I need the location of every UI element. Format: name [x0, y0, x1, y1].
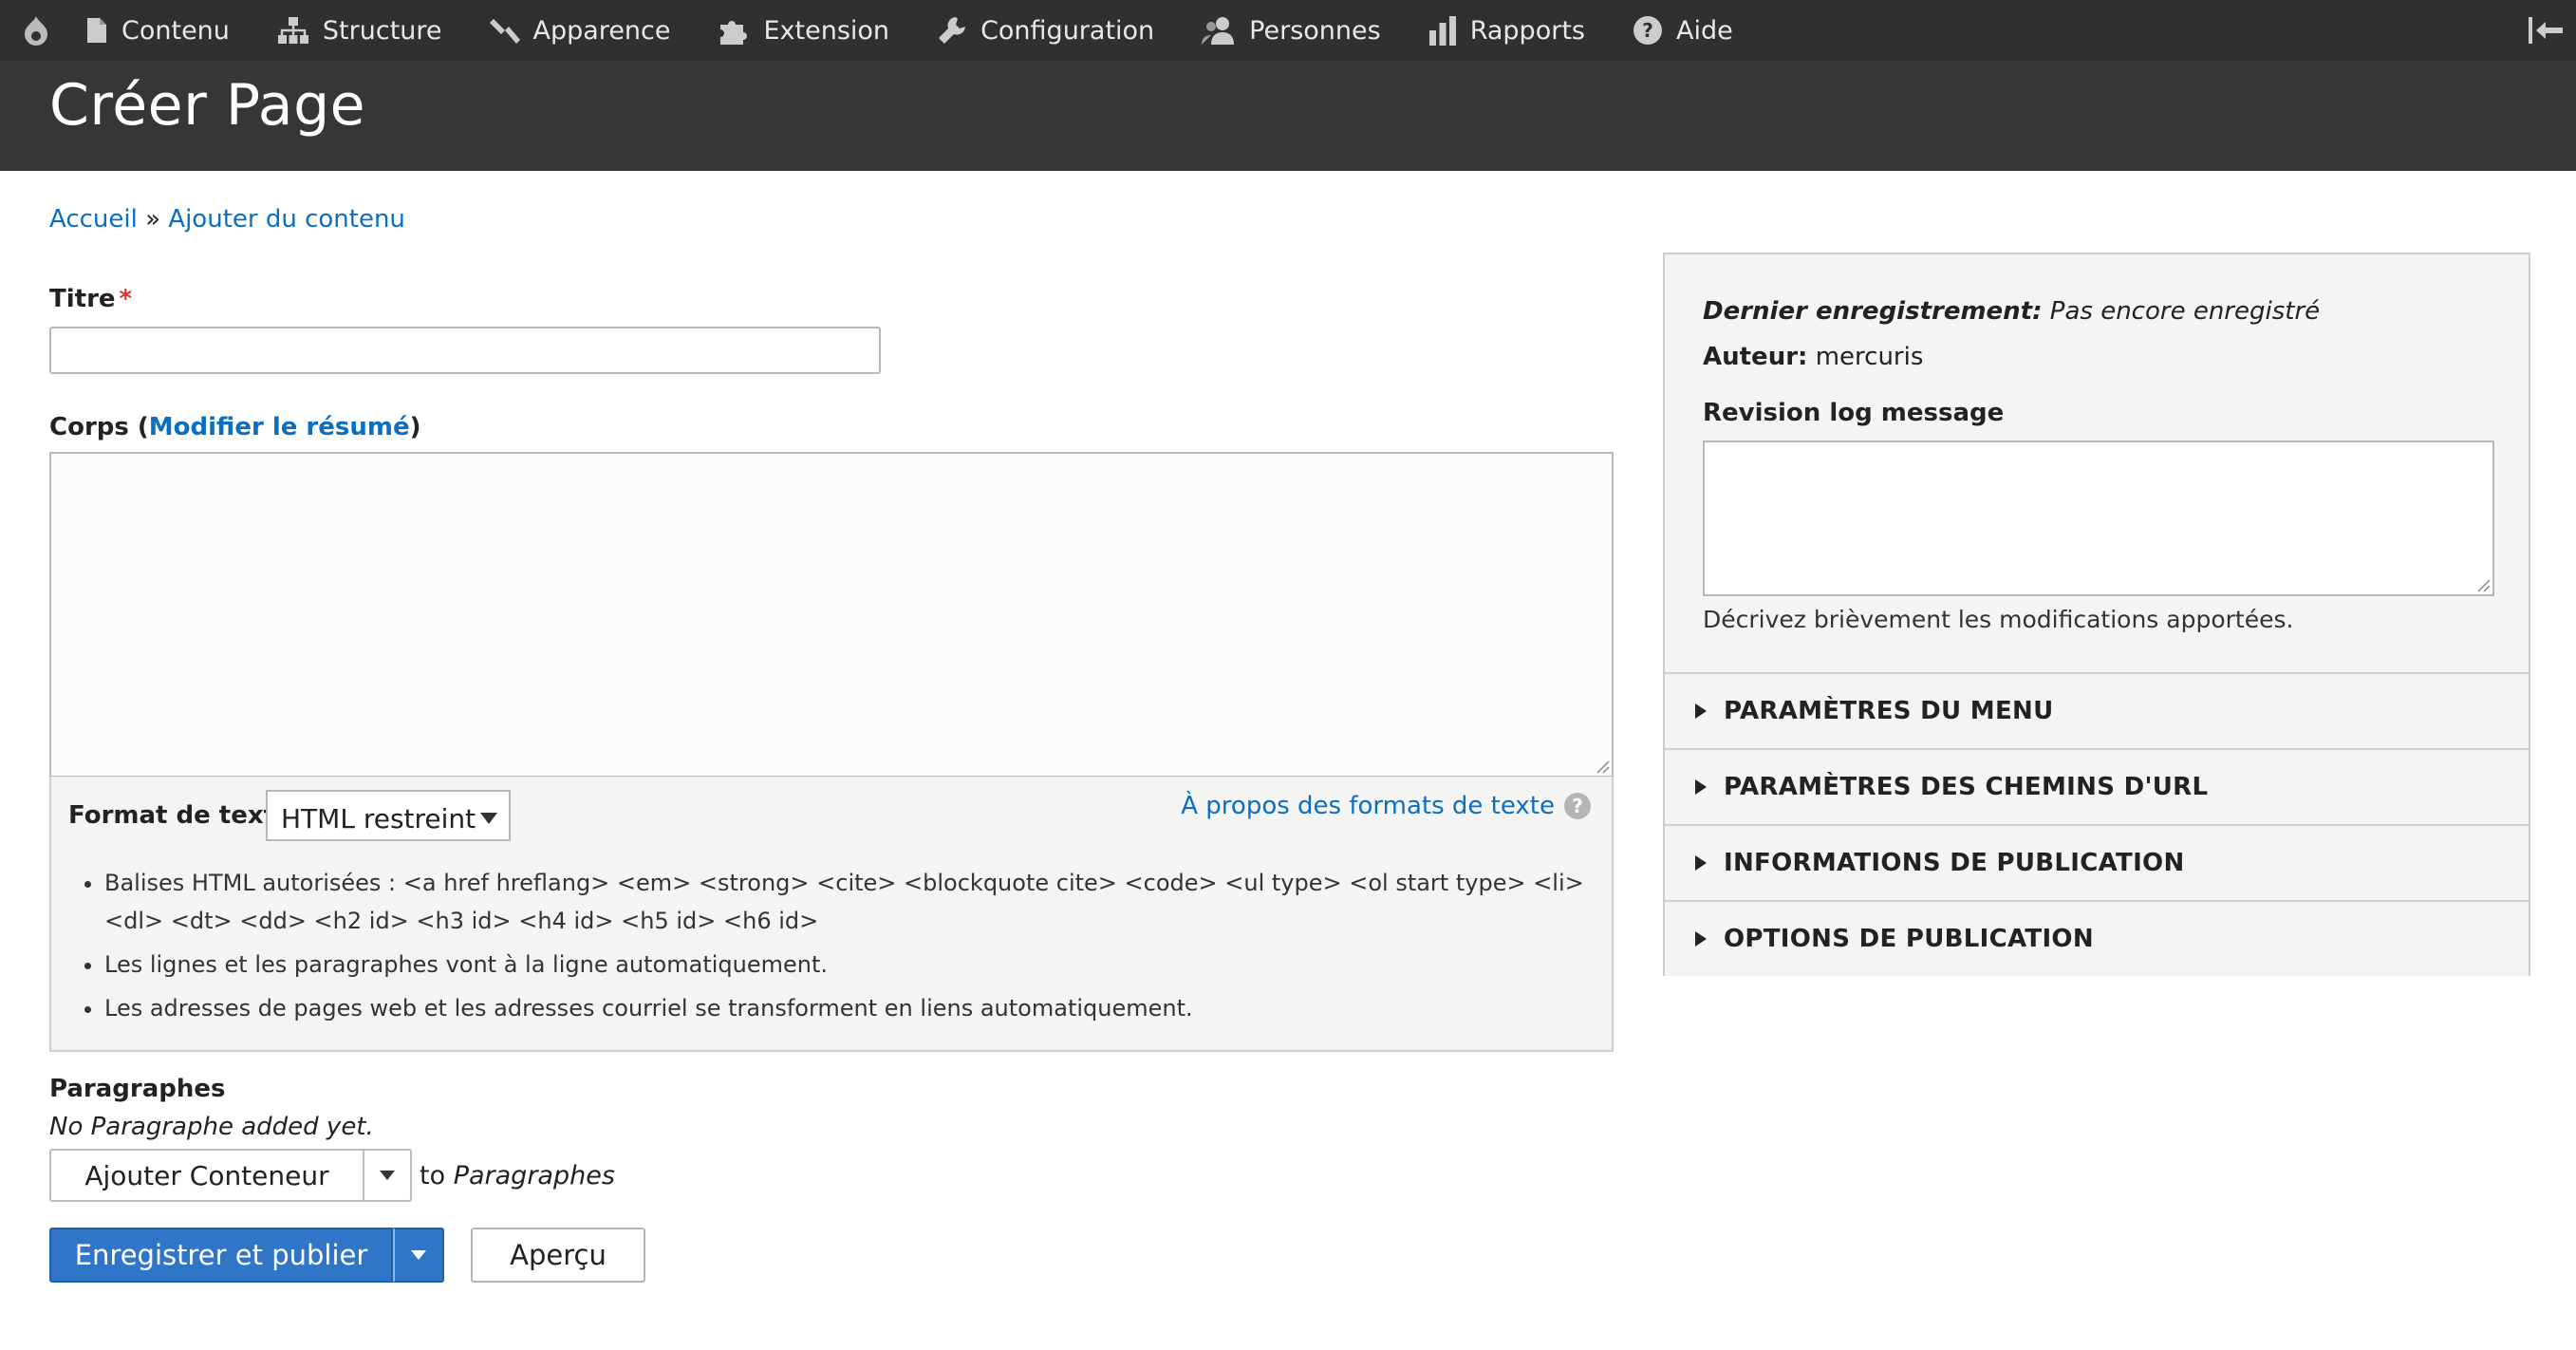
- toolbar-item-contenu[interactable]: Contenu: [61, 0, 252, 61]
- toolbar-item-label: Personnes: [1249, 15, 1381, 46]
- save-and-publish-button[interactable]: Enregistrer et publier: [49, 1228, 393, 1283]
- save-button-group: Enregistrer et publier: [49, 1228, 444, 1283]
- paragraphs-empty-text: No Paragraphe added yet.: [49, 1113, 374, 1141]
- toolbar-item-label: Configuration: [980, 15, 1155, 46]
- text-format-select[interactable]: HTML restreint: [266, 790, 511, 841]
- accordion-publication-info[interactable]: INFORMATIONS DE PUBLICATION: [1665, 824, 2529, 900]
- list-item: Les lignes et les paragraphes vont à la …: [104, 946, 1623, 984]
- body-label-suffix: ): [409, 413, 421, 441]
- breadcrumb-add-content-link[interactable]: Ajouter du contenu: [168, 205, 405, 234]
- chevron-down-icon: [480, 813, 497, 824]
- list-item: Balises HTML autorisées : <a href hrefla…: [104, 864, 1623, 940]
- accordion-label: INFORMATIONS DE PUBLICATION: [1724, 849, 2185, 877]
- body-textarea[interactable]: [49, 452, 1614, 778]
- text-format-wrapper: Format de texte HTML restreint À propos …: [49, 777, 1614, 1052]
- toolbar-item-extension[interactable]: Extension: [694, 0, 913, 61]
- body-label: Corps (Modifier le résumé): [49, 413, 421, 441]
- toolbar-item-label: Apparence: [532, 15, 671, 46]
- puzzle-icon: [719, 21, 747, 45]
- save-options-dropdown-toggle[interactable]: [393, 1228, 444, 1283]
- help-icon: ?: [1633, 16, 1662, 45]
- chevron-down-icon: [380, 1171, 395, 1180]
- breadcrumb-home-link[interactable]: Accueil: [49, 205, 138, 234]
- meta-info: Dernier enregistrement: Pas encore enreg…: [1703, 289, 2320, 380]
- toolbar-item-aide[interactable]: ? Aide: [1608, 0, 1756, 61]
- triangle-right-icon: [1695, 855, 1707, 871]
- last-saved-line: Dernier enregistrement: Pas encore enreg…: [1703, 289, 2320, 334]
- toolbar-item-structure[interactable]: Structure: [252, 0, 465, 61]
- list-item: Les adresses de pages web et les adresse…: [104, 989, 1623, 1027]
- chevron-down-icon: [411, 1250, 426, 1260]
- toolbar-item-label: Contenu: [121, 15, 230, 46]
- svg-text:?: ?: [1642, 19, 1653, 42]
- breadcrumb-separator: »: [145, 205, 161, 234]
- toolbar-item-apparence[interactable]: Apparence: [465, 0, 694, 61]
- drupal-logo-icon[interactable]: [11, 0, 61, 61]
- text-format-selected: HTML restreint: [281, 803, 476, 834]
- toolbar-item-label: Aide: [1675, 15, 1733, 46]
- last-saved-value: Pas encore enregistré: [2049, 297, 2321, 326]
- preview-button[interactable]: Aperçu: [471, 1228, 645, 1283]
- add-paragraph-group: Ajouter Conteneur to Paragraphes: [49, 1149, 615, 1202]
- author-line: Auteur: mercuris: [1703, 334, 2320, 380]
- text-format-help-link[interactable]: À propos des formats de texte: [1181, 792, 1555, 820]
- sitemap-icon: [277, 17, 308, 44]
- accordion-label: PARAMÈTRES DU MENU: [1724, 697, 2054, 725]
- toolbar-item-label: Extension: [763, 15, 890, 46]
- required-marker: *: [119, 285, 133, 313]
- toolbar-item-configuration[interactable]: Configuration: [912, 0, 1177, 61]
- meta-sidebar: Dernier enregistrement: Pas encore enreg…: [1663, 253, 2530, 976]
- add-to-text: to Paragraphes: [420, 1161, 615, 1191]
- accordion-menu-settings[interactable]: PARAMÈTRES DU MENU: [1665, 672, 2529, 748]
- add-paragraph-dropdown-toggle[interactable]: [363, 1149, 412, 1202]
- resize-grip-icon[interactable]: [2475, 577, 2491, 592]
- title-label: Titre *: [49, 285, 132, 313]
- collapse-toolbar-icon[interactable]: [2527, 13, 2565, 47]
- toolbar-item-rapports[interactable]: Rapports: [1404, 0, 1608, 61]
- text-format-tips: Balises HTML autorisées : <a href hrefla…: [70, 864, 1623, 1033]
- paragraphs-label: Paragraphes: [49, 1075, 226, 1103]
- triangle-right-icon: [1695, 931, 1707, 947]
- page-header: Créer Page: [0, 61, 2576, 171]
- add-to-word: to: [420, 1160, 446, 1191]
- breadcrumb: Accueil » Ajouter du contenu: [49, 205, 405, 234]
- page-title: Créer Page: [49, 72, 366, 139]
- help-icon: ?: [1564, 793, 1591, 819]
- accordion-url-alias-settings[interactable]: PARAMÈTRES DES CHEMINS D'URL: [1665, 748, 2529, 824]
- revision-log-help: Décrivez brièvement les modifications ap…: [1703, 606, 2294, 633]
- toolbar-item-personnes[interactable]: Personnes: [1177, 0, 1404, 61]
- title-input[interactable]: [49, 327, 881, 374]
- triangle-right-icon: [1695, 779, 1707, 795]
- revision-log-textarea[interactable]: [1703, 441, 2494, 596]
- text-format-help[interactable]: À propos des formats de texte ?: [1181, 792, 1591, 820]
- file-icon: [87, 18, 106, 43]
- author-label: Auteur:: [1703, 343, 1808, 371]
- bar-chart-icon: [1428, 16, 1456, 46]
- wrench-icon: [939, 17, 966, 44]
- text-format-label: Format de texte: [68, 801, 292, 830]
- revision-log-label: Revision log message: [1703, 399, 2005, 427]
- add-to-target: Paragraphes: [453, 1160, 615, 1191]
- body-label-prefix: Corps (: [49, 413, 149, 441]
- last-saved-label: Dernier enregistrement:: [1703, 297, 2043, 326]
- brush-icon: [489, 19, 520, 44]
- author-value: mercuris: [1815, 343, 1924, 371]
- toolbar-item-label: Structure: [322, 15, 442, 46]
- accordion-publication-options[interactable]: OPTIONS DE PUBLICATION: [1665, 900, 2529, 976]
- title-label-text: Titre: [49, 285, 116, 313]
- resize-grip-icon[interactable]: [1595, 759, 1610, 774]
- accordion-label: OPTIONS DE PUBLICATION: [1724, 925, 2094, 953]
- toolbar-item-label: Rapports: [1469, 15, 1585, 46]
- edit-summary-link[interactable]: Modifier le résumé: [149, 413, 410, 441]
- people-icon: [1202, 17, 1235, 45]
- triangle-right-icon: [1695, 703, 1707, 719]
- admin-toolbar: Contenu Structure Apparence Extension Co…: [0, 0, 2576, 61]
- add-container-button[interactable]: Ajouter Conteneur: [49, 1149, 363, 1202]
- accordion-label: PARAMÈTRES DES CHEMINS D'URL: [1724, 773, 2209, 801]
